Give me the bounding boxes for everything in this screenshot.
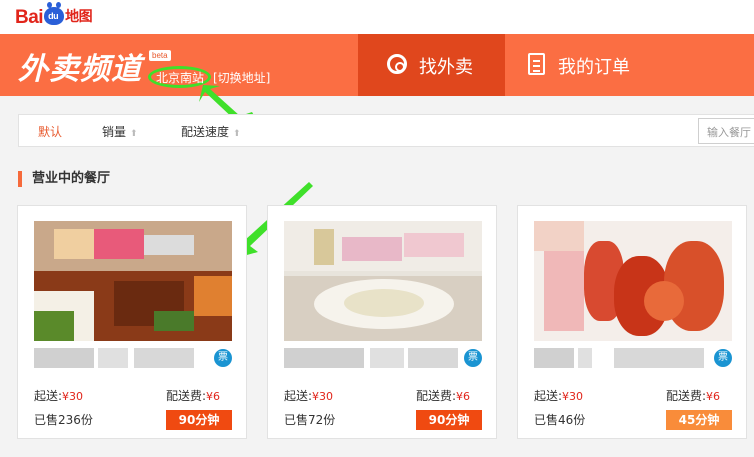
- delivery-time-badge: 90分钟: [166, 410, 232, 430]
- restaurant-search-input[interactable]: 输入餐厅: [698, 118, 754, 144]
- restaurant-name-blurred: [534, 348, 704, 368]
- sort-speed-label: 配送速度: [181, 125, 230, 139]
- clipboard-icon: [528, 53, 545, 75]
- nav-find-takeout[interactable]: 找外卖: [358, 34, 505, 96]
- restaurant-card[interactable]: 票 起送:¥30 配送费:¥6 已售236份 90分钟: [17, 205, 247, 439]
- current-location: 北京南站: [156, 71, 205, 85]
- min-order-label: 起送:: [34, 389, 63, 403]
- restaurant-name-blurred: [284, 348, 458, 368]
- channel-title: 外卖频道: [18, 52, 142, 87]
- min-order: 起送:¥30: [534, 387, 583, 404]
- sort-arrow-icon: ⬆: [233, 129, 241, 139]
- invoice-ticket-icon: 票: [214, 349, 232, 367]
- top-bar: Bai du 地图: [0, 0, 754, 34]
- delivery-fee-price: ¥6: [456, 390, 471, 403]
- sort-default[interactable]: 默认: [38, 123, 62, 140]
- nav-orders-label: 我的订单: [558, 57, 630, 78]
- switch-address-link[interactable]: [切换地址]: [213, 69, 270, 86]
- sort-sales[interactable]: 销量 ⬆: [102, 123, 138, 140]
- section-title: 营业中的餐厅: [18, 171, 110, 187]
- paw-icon: du: [44, 2, 65, 25]
- restaurant-card[interactable]: 票 起送:¥30 配送费:¥6 已售46份 45分钟: [517, 205, 747, 439]
- logo-text: Bai: [15, 7, 44, 28]
- min-order-label: 起送:: [534, 389, 563, 403]
- min-order-label: 起送:: [284, 389, 313, 403]
- restaurant-photo: [34, 221, 232, 341]
- delivery-fee: 配送费:¥6: [416, 387, 470, 404]
- delivery-fee-price: ¥6: [706, 390, 721, 403]
- nav-find-label: 找外卖: [419, 57, 473, 78]
- sold-count: 已售46份: [534, 413, 586, 427]
- restaurant-photo: [284, 221, 482, 341]
- delivery-time-badge: 45分钟: [666, 410, 732, 430]
- delivery-fee-price: ¥6: [206, 390, 221, 403]
- restaurant-card[interactable]: 票 起送:¥30 配送费:¥6 已售72份 90分钟: [267, 205, 497, 439]
- channel-header: 外卖频道 beta 北京南站 [切换地址] 找外卖 我的订单: [0, 34, 754, 96]
- sort-sales-label: 销量: [102, 125, 127, 139]
- min-order-price: ¥30: [312, 390, 334, 403]
- restaurant-name-blurred: [34, 348, 204, 368]
- invoice-ticket-icon: 票: [464, 349, 482, 367]
- delivery-fee: 配送费:¥6: [666, 387, 720, 404]
- delivery-fee: 配送费:¥6: [166, 387, 220, 404]
- delivery-fee-label: 配送费:: [166, 389, 207, 403]
- min-order-price: ¥30: [562, 390, 584, 403]
- sort-arrow-icon: ⬆: [130, 129, 138, 139]
- nav-my-orders[interactable]: 我的订单: [528, 34, 708, 96]
- sort-speed[interactable]: 配送速度 ⬆: [181, 123, 241, 140]
- delivery-fee-label: 配送费:: [666, 389, 707, 403]
- delivery-time-badge: 90分钟: [416, 410, 482, 430]
- sold-count: 已售236份: [34, 413, 93, 427]
- baidu-map-logo[interactable]: Bai du 地图: [15, 2, 93, 29]
- min-order-price: ¥30: [62, 390, 84, 403]
- invoice-ticket-icon: 票: [714, 349, 732, 367]
- logo-map-text: 地图: [65, 8, 93, 24]
- restaurant-photo: [534, 221, 732, 341]
- min-order: 起送:¥30: [34, 387, 83, 404]
- sold-count: 已售72份: [284, 413, 336, 427]
- beta-badge: beta: [149, 50, 171, 61]
- min-order: 起送:¥30: [284, 387, 333, 404]
- sort-bar: 默认 销量 ⬆ 配送速度 ⬆ 输入餐厅: [18, 114, 754, 147]
- search-takeout-icon: [387, 54, 407, 74]
- logo-du-text: du: [48, 11, 59, 21]
- delivery-fee-label: 配送费:: [416, 389, 457, 403]
